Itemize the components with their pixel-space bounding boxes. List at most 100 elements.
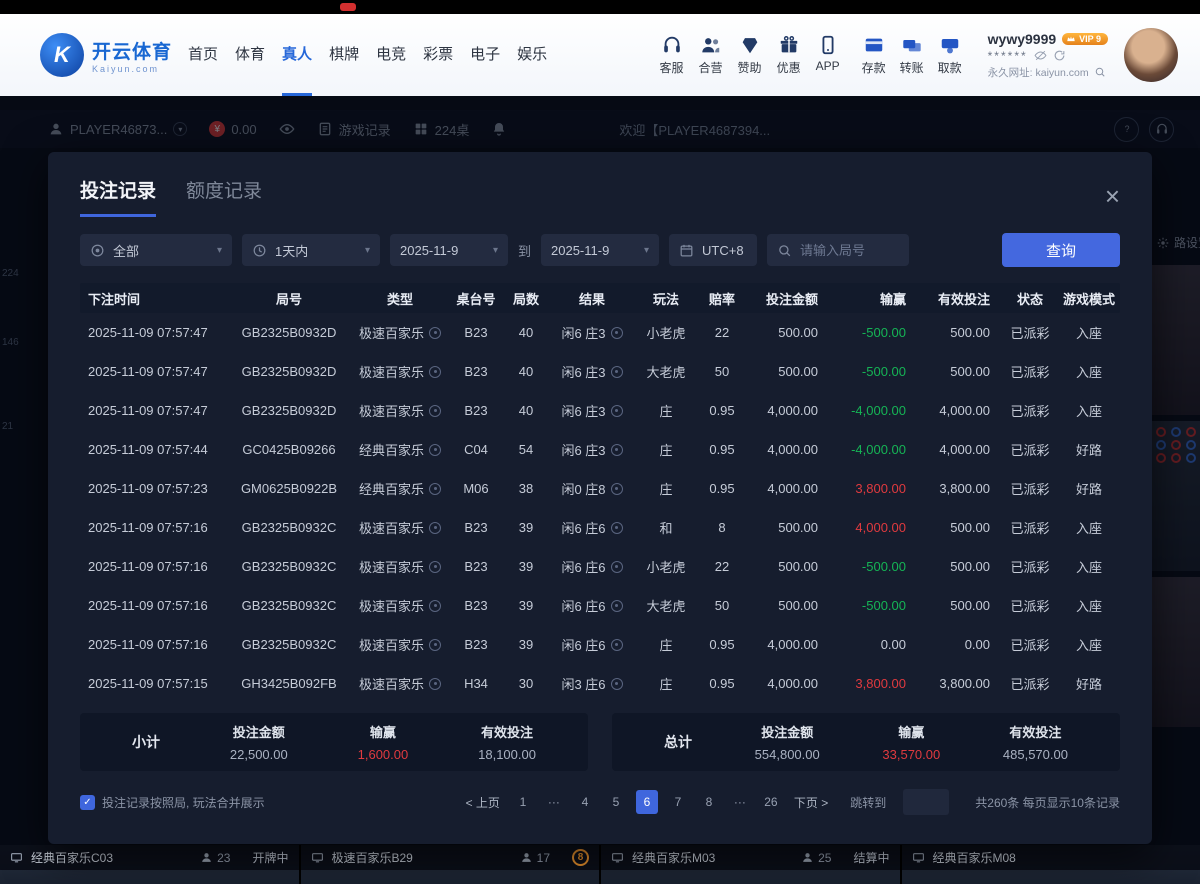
logo-domain: Kaiyun.com (92, 64, 172, 74)
lobby-tile-m08[interactable]: 经典百家乐M08 (902, 845, 1200, 884)
info-icon[interactable] (611, 639, 623, 651)
cell-game-type: 极速百家乐 (350, 401, 450, 420)
page-6-active[interactable]: 6 (636, 790, 658, 814)
info-icon[interactable] (429, 561, 441, 573)
info-icon[interactable] (429, 639, 441, 651)
nav-item-cards[interactable]: 棋牌 (329, 14, 359, 96)
game-type-label: 极速百家乐 (359, 557, 424, 576)
cell-round-count: 54 (502, 442, 550, 457)
cell-odds: 0.95 (698, 676, 746, 691)
lobby-tile-m03[interactable]: 经典百家乐M03 25 结算中 (601, 845, 900, 884)
cell-table-no: B23 (450, 364, 502, 379)
cell-table-no: B23 (450, 520, 502, 535)
info-icon[interactable] (429, 600, 441, 612)
info-icon[interactable] (611, 444, 623, 456)
cell-bet-amount: 500.00 (746, 598, 830, 613)
site-url: 永久网址: kaiyun.com (988, 65, 1089, 80)
tab-bet-records[interactable]: 投注记录 (80, 176, 156, 217)
info-icon[interactable] (429, 405, 441, 417)
service-item-app[interactable]: APP (816, 34, 840, 76)
lobby-tile-b29[interactable]: 极速百家乐B29 17 8 (301, 845, 600, 884)
wallet-item-withdraw[interactable]: 取款 (938, 34, 962, 76)
page-8[interactable]: 8 (698, 790, 720, 814)
cell-odds: 0.95 (698, 403, 746, 418)
info-icon[interactable] (611, 678, 623, 690)
cell-play-type: 小老虎 (634, 557, 698, 576)
game-type-label: 极速百家乐 (359, 674, 424, 693)
cell-play-type: 庄 (634, 674, 698, 693)
cell-bet-amount: 500.00 (746, 520, 830, 535)
info-icon[interactable] (429, 366, 441, 378)
prev-page-button[interactable]: < 上页 (463, 790, 503, 814)
info-icon[interactable] (429, 327, 441, 339)
page-26[interactable]: 26 (760, 790, 782, 814)
cell-valid-bet: 3,800.00 (918, 481, 1002, 496)
username[interactable]: wywy9999 (988, 31, 1057, 47)
site-logo[interactable]: K 开云体育 Kaiyun.com (40, 33, 172, 77)
merge-note: 投注记录按照局, 玩法合并展示 (102, 794, 265, 811)
person-icon (520, 851, 533, 864)
nav-item-live[interactable]: 真人 (282, 14, 312, 96)
search-icon[interactable] (1094, 66, 1106, 78)
service-item-promo[interactable]: 优惠 (777, 34, 801, 76)
cell-bet-amount: 4,000.00 (746, 481, 830, 496)
tile-title: 经典百家乐C03 (31, 849, 113, 866)
info-icon[interactable] (611, 483, 623, 495)
cell-status: 已派彩 (1002, 596, 1058, 615)
wallet-item-deposit[interactable]: 存款 (862, 34, 886, 76)
info-icon[interactable] (611, 600, 623, 612)
page-4[interactable]: 4 (574, 790, 596, 814)
cell-win-loss: 4,000.00 (830, 520, 918, 535)
page-1[interactable]: 1 (512, 790, 534, 814)
cell-status: 已派彩 (1002, 557, 1058, 576)
nav-item-entertainment[interactable]: 娱乐 (517, 14, 547, 96)
total-win-loss: 输赢 33,570.00 (882, 722, 940, 762)
eye-off-icon[interactable] (1034, 49, 1047, 62)
query-button[interactable]: 查询 (1002, 233, 1120, 267)
info-icon[interactable] (611, 366, 623, 378)
page-7[interactable]: 7 (667, 790, 689, 814)
service-item-partner[interactable]: 合营 (699, 34, 723, 76)
info-icon[interactable] (429, 444, 441, 456)
nav-item-esports[interactable]: 电竞 (376, 14, 406, 96)
date-from-picker[interactable]: 2025-11-9 ▾ (390, 234, 508, 266)
category-select[interactable]: 全部 ▾ (80, 234, 232, 266)
service-item-support[interactable]: 客服 (660, 34, 684, 76)
round-search-input[interactable] (800, 243, 899, 258)
modal-footer: ✓ 投注记录按照局, 玩法合并展示 < 上页 1 ··· 4 5 6 7 8 ·… (80, 789, 1120, 815)
service-item-sponsor[interactable]: 赞助 (738, 34, 762, 76)
close-icon[interactable]: × (1105, 183, 1120, 217)
refresh-icon[interactable] (1053, 49, 1066, 62)
nav-item-lottery[interactable]: 彩票 (423, 14, 453, 96)
info-icon[interactable] (611, 327, 623, 339)
avatar[interactable] (1124, 28, 1178, 82)
info-icon[interactable] (611, 522, 623, 534)
time-range-select[interactable]: 1天内 ▾ (242, 234, 380, 266)
cell-status: 已派彩 (1002, 674, 1058, 693)
merge-checkbox[interactable]: ✓ (80, 795, 95, 810)
date-to-picker[interactable]: 2025-11-9 ▾ (541, 234, 659, 266)
lobby-tile-c03[interactable]: 经典百家乐C03 23 开牌中 (0, 845, 299, 884)
gem-icon (739, 34, 761, 56)
stat-name: 投注金额 (230, 722, 288, 741)
nav-item-sports[interactable]: 体育 (235, 14, 265, 96)
cell-play-type: 大老虎 (634, 596, 698, 615)
nav-item-home[interactable]: 首页 (188, 14, 218, 96)
info-icon[interactable] (429, 522, 441, 534)
nav-item-slots[interactable]: 电子 (470, 14, 500, 96)
info-icon[interactable] (429, 678, 441, 690)
cell-bet-amount: 4,000.00 (746, 676, 830, 691)
tab-quota-records[interactable]: 额度记录 (186, 176, 262, 217)
info-icon[interactable] (429, 483, 441, 495)
wallet-item-transfer[interactable]: 转账 (900, 34, 924, 76)
info-icon[interactable] (611, 561, 623, 573)
jump-page-input[interactable] (903, 789, 949, 815)
page-5[interactable]: 5 (605, 790, 627, 814)
cell-round-count: 40 (502, 403, 550, 418)
records-count-note: 共260条 每页显示10条记录 (975, 794, 1120, 811)
cell-win-loss: -500.00 (830, 598, 918, 613)
timezone-chip[interactable]: UTC+8 (669, 234, 757, 266)
next-page-button[interactable]: 下页 > (791, 790, 831, 814)
info-icon[interactable] (611, 405, 623, 417)
tile-player-count: 25 (818, 851, 831, 865)
